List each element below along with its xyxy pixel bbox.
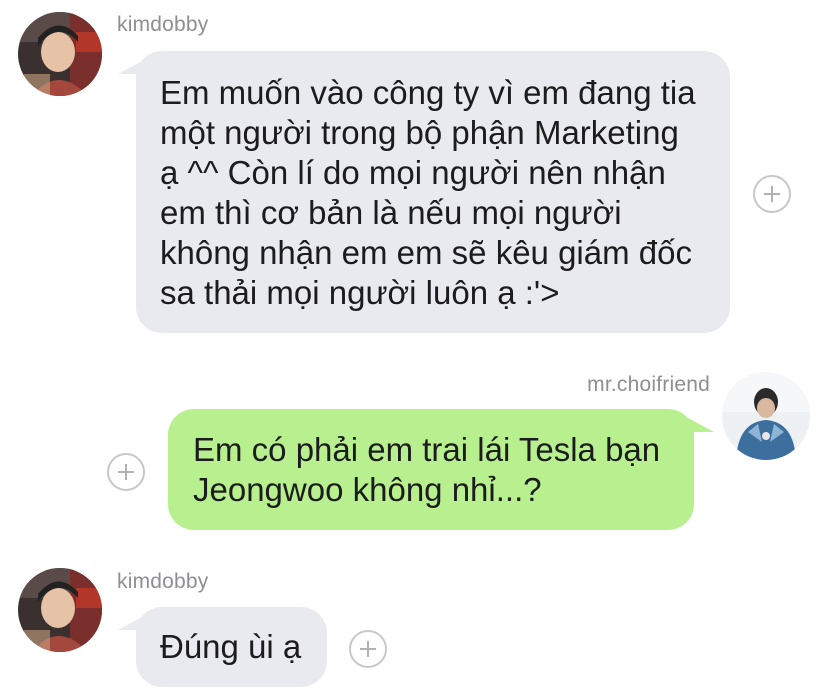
profile-photo-icon: [18, 12, 102, 96]
message-bubble[interactable]: Em có phải em trai lái Tesla bạn Jeongwo…: [168, 409, 694, 530]
add-reaction-icon[interactable]: [753, 175, 791, 213]
message-line: Em có phải em trai lái Tesla bạn: [193, 431, 661, 468]
message-bubble[interactable]: Đúng ùi ạ: [136, 607, 327, 687]
profile-photo-icon: [18, 568, 102, 652]
message-line: Jeongwoo không nhỉ...?: [193, 471, 542, 508]
avatar[interactable]: [18, 12, 102, 96]
avatar[interactable]: [722, 372, 810, 460]
message-line: một người trong bộ phận Marketing: [160, 114, 679, 151]
sender-name: mr.choifriend: [587, 373, 710, 396]
message-line: em thì cơ bản là nếu mọi người: [160, 194, 622, 231]
message-line: ạ ^^ Còn lí do mọi người nên nhận: [160, 154, 666, 191]
message-bubble[interactable]: Em muốn vào công ty vì em đang tia một n…: [136, 51, 730, 333]
sender-name: kimdobby: [117, 13, 209, 36]
profile-photo-icon: [722, 372, 810, 460]
message-line: Đúng ùi ạ: [160, 628, 302, 665]
avatar[interactable]: [18, 568, 102, 652]
sender-name: kimdobby: [117, 570, 209, 593]
add-reaction-icon[interactable]: [349, 630, 387, 668]
message-line: sa thải mọi người luôn ạ :'>: [160, 274, 560, 311]
add-reaction-icon[interactable]: [107, 453, 145, 491]
message-line: Em muốn vào công ty vì em đang tia: [160, 74, 696, 111]
message-line: không nhận em em sẽ kêu giám đốc: [160, 234, 692, 271]
